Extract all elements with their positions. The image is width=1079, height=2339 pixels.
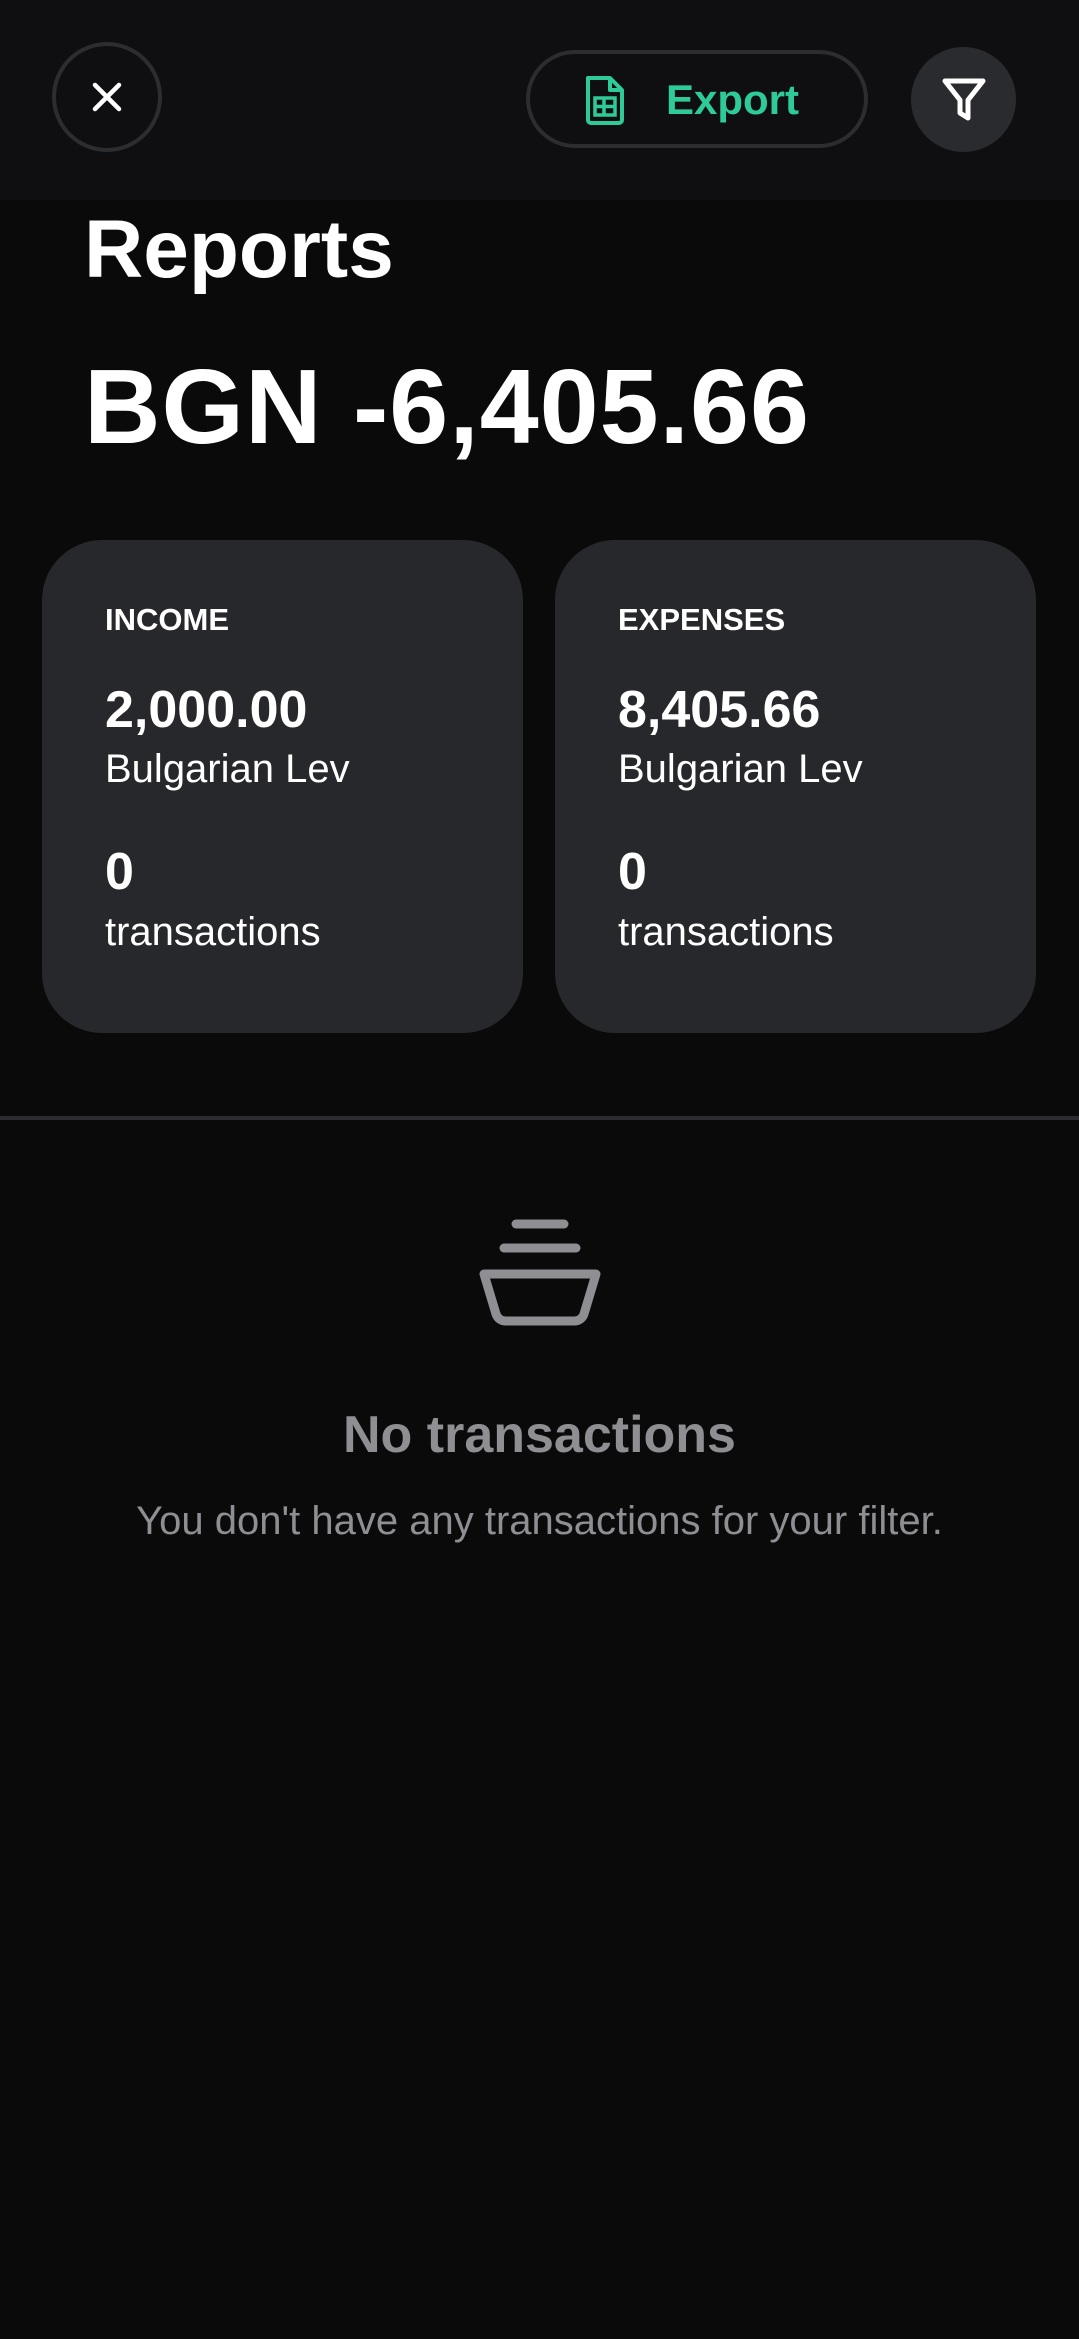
top-bar: Export — [0, 0, 1079, 200]
export-button[interactable]: Export — [526, 50, 868, 148]
total-balance: BGN -6,405.66 — [84, 348, 810, 466]
income-amount: 2,000.00 — [105, 681, 308, 739]
spreadsheet-file-icon — [586, 76, 624, 125]
filter-icon — [942, 78, 985, 120]
close-icon — [92, 82, 122, 112]
export-label: Export — [666, 76, 800, 123]
filter-button[interactable] — [911, 47, 1016, 152]
expenses-transactions-label: transactions — [618, 910, 834, 954]
expenses-card[interactable]: EXPENSES 8,405.66 Bulgarian Lev 0 transa… — [555, 540, 1036, 1033]
income-transactions-label: transactions — [105, 910, 321, 954]
empty-tray-icon — [479, 1219, 601, 1326]
expenses-label: EXPENSES — [618, 602, 786, 637]
close-button[interactable] — [52, 42, 162, 152]
income-card[interactable]: INCOME 2,000.00 Bulgarian Lev 0 transact… — [42, 540, 523, 1033]
expenses-currency: Bulgarian Lev — [618, 747, 863, 791]
income-currency: Bulgarian Lev — [105, 747, 350, 791]
income-label: INCOME — [105, 602, 229, 637]
empty-state-title: No transactions — [343, 1406, 736, 1464]
expenses-amount: 8,405.66 — [618, 681, 821, 739]
empty-state-subtitle: You don't have any transactions for your… — [136, 1499, 943, 1543]
section-divider — [0, 1116, 1079, 1120]
expenses-transaction-count: 0 — [618, 843, 647, 901]
page-title: Reports — [84, 204, 394, 295]
income-transaction-count: 0 — [105, 843, 134, 901]
